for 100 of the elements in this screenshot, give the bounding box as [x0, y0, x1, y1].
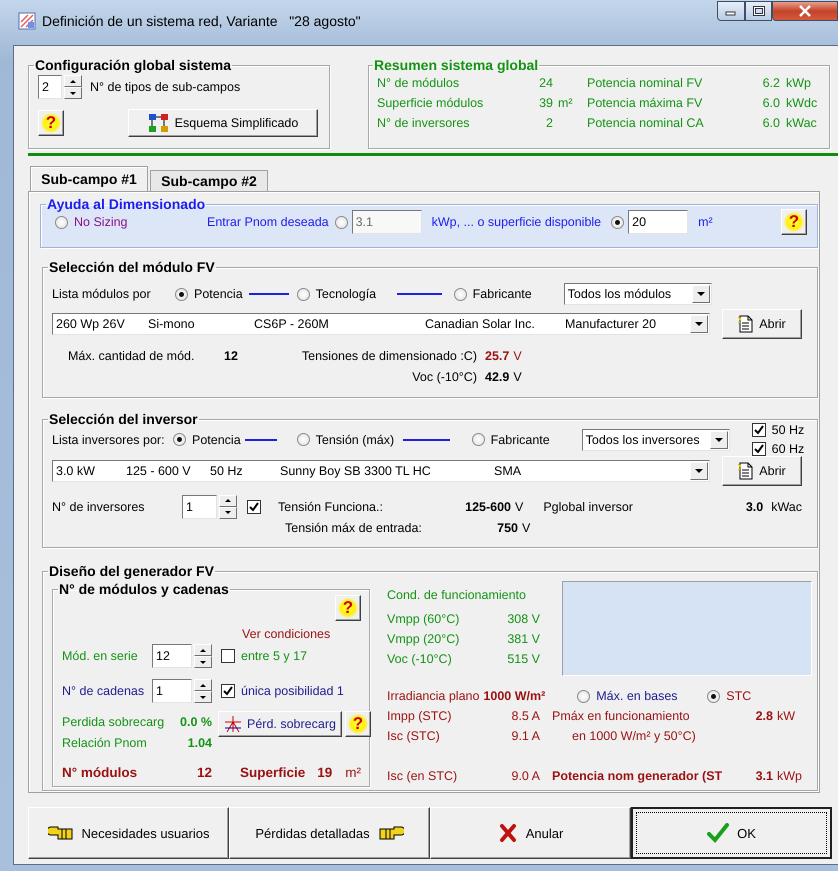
- label: 6.0: [762, 96, 780, 110]
- label: 2: [545, 116, 553, 130]
- dropdown[interactable]: Todos los inversores: [582, 428, 730, 450]
- diagram-icon: [148, 113, 170, 133]
- label: Vmpp (60°C): [387, 612, 460, 626]
- label: 24: [538, 76, 553, 90]
- label: N° de inversores: [52, 500, 146, 514]
- window-title: Definición de un sistema red, Variante "28 agosto": [42, 13, 361, 29]
- dropdown[interactable]: Todos los módulos: [564, 283, 712, 305]
- radio-button[interactable]: Potencia: [175, 287, 243, 301]
- radio-button[interactable]: Fabricante: [472, 432, 582, 446]
- label: 39: [538, 96, 553, 110]
- cancel-button[interactable]: Anular: [430, 807, 631, 859]
- checkbox[interactable]: 60 Hz: [752, 442, 804, 456]
- label: m²: [558, 96, 574, 110]
- label: Potencia máxima FV: [587, 96, 704, 110]
- group-title: Ayuda al Dimensionado: [46, 196, 206, 212]
- chart-icon: [224, 714, 242, 734]
- label: m²: [698, 215, 713, 229]
- group-title: N° de módulos y cadenas: [58, 581, 230, 597]
- value-text: 1000 W/m²: [483, 689, 546, 703]
- dropdown[interactable]: 3.0 kW 125 - 600 V 50 Hz Sunny Boy SB 3300 TL HC SMA: [52, 460, 710, 482]
- spin-button[interactable]: [64, 75, 82, 99]
- check-icon: [222, 685, 234, 697]
- label: Superficie: [240, 765, 306, 780]
- spin-button[interactable]: [194, 679, 212, 703]
- check-icon: [752, 424, 765, 436]
- label: 0.0 %: [179, 714, 212, 728]
- close-button[interactable]: [772, 1, 838, 21]
- dropdown[interactable]: 260 Wp 26V Si-mono CS6P - 260M Canadian Solar Inc. Manufacturer 20: [52, 313, 710, 335]
- label: V: [515, 500, 524, 514]
- label: 1.04: [186, 736, 212, 750]
- check-icon: [707, 823, 730, 843]
- label: 12: [196, 765, 212, 780]
- label: Tensión máx de entrada:: [285, 520, 423, 534]
- help-button[interactable]: ?: [335, 595, 361, 621]
- check-icon: [248, 500, 260, 512]
- label: kWac: [786, 116, 818, 130]
- radio-button[interactable]: [611, 216, 624, 228]
- ok-button[interactable]: OK: [631, 807, 832, 859]
- label: Lista inversores por:: [52, 432, 166, 446]
- checkbox[interactable]: [247, 500, 261, 514]
- label: kWac: [771, 500, 802, 514]
- needs-button[interactable]: Necesidades usuarios: [28, 807, 229, 859]
- help-button[interactable]: ?: [781, 209, 807, 235]
- spin-button[interactable]: [219, 494, 237, 518]
- number-field[interactable]: 3.1: [352, 210, 422, 234]
- radio-button[interactable]: Máx. en bases: [577, 689, 708, 703]
- number-field[interactable]: 1: [182, 494, 217, 518]
- label: N° de inversores: [377, 116, 471, 130]
- group-title: Diseño del generador FV: [48, 563, 215, 579]
- value-text: 381 V: [506, 632, 540, 646]
- number-field[interactable]: 12: [152, 644, 192, 668]
- spin-button[interactable]: [194, 644, 212, 668]
- number-field[interactable]: 20: [628, 210, 688, 234]
- label: kWp: [777, 769, 803, 783]
- label: Isc (en STC): [387, 769, 458, 783]
- label: N° módulos: [62, 765, 138, 780]
- checkbox[interactable]: única posibilidad 1: [221, 684, 344, 698]
- maximize-icon: [752, 6, 764, 16]
- value-text: 8.5 A: [510, 709, 540, 723]
- checkbox[interactable]: entre 5 y 17: [221, 649, 308, 663]
- group-title: Selección del inversor: [48, 411, 199, 427]
- minimize-button[interactable]: [717, 1, 745, 21]
- value-text: 125-600: [464, 500, 511, 514]
- value-text: 9.1 A: [510, 729, 540, 743]
- label: V: [513, 348, 522, 362]
- number-field[interactable]: 1: [152, 679, 192, 703]
- label: N° de tipos de sub-campos: [90, 80, 240, 94]
- radio-button[interactable]: Fabricante: [454, 287, 564, 301]
- document-icon: [738, 462, 754, 480]
- label: Perdida sobrecarg: [62, 714, 166, 728]
- pointing-hand-icon: [378, 825, 404, 841]
- label: Potencia nom generador (ST: [552, 769, 724, 783]
- schema-button[interactable]: Esquema Simplificado: [128, 109, 318, 137]
- overload-button[interactable]: Pérd. sobrecarg: [218, 711, 342, 737]
- tab[interactable]: Sub-campo #2: [150, 170, 268, 191]
- label: Pmáx en funcionamiento: [552, 709, 691, 723]
- number-field[interactable]: 2: [38, 75, 62, 99]
- radio-button[interactable]: STC: [707, 689, 752, 703]
- radio-button[interactable]: Potencia: [173, 432, 241, 446]
- open-button[interactable]: Abrir: [722, 309, 802, 339]
- open-button[interactable]: Abrir: [722, 456, 802, 486]
- pointing-hand-icon: [48, 825, 74, 841]
- label: N° de cadenas: [62, 684, 146, 698]
- checkbox[interactable]: 50 Hz: [752, 423, 804, 437]
- value-text: 750: [496, 520, 518, 534]
- radio-button[interactable]: Tensión (máx): [296, 432, 403, 446]
- losses-button[interactable]: Pérdidas detalladas: [229, 807, 430, 859]
- label: Irradiancia plano: [387, 689, 480, 703]
- tab[interactable]: Sub-campo #1: [30, 166, 148, 191]
- value-text: 308 V: [506, 612, 540, 626]
- maximize-button[interactable]: [745, 1, 772, 21]
- help-button[interactable]: ?: [344, 711, 371, 737]
- radio-button[interactable]: Tecnología: [296, 287, 397, 301]
- radio-button[interactable]: No Sizing: [55, 215, 207, 229]
- radio-button[interactable]: Entrar Pnom deseada: [207, 215, 348, 229]
- help-button[interactable]: ?: [38, 110, 64, 136]
- label: Impp (STC): [387, 709, 453, 723]
- group-title: Configuración global sistema: [34, 57, 232, 73]
